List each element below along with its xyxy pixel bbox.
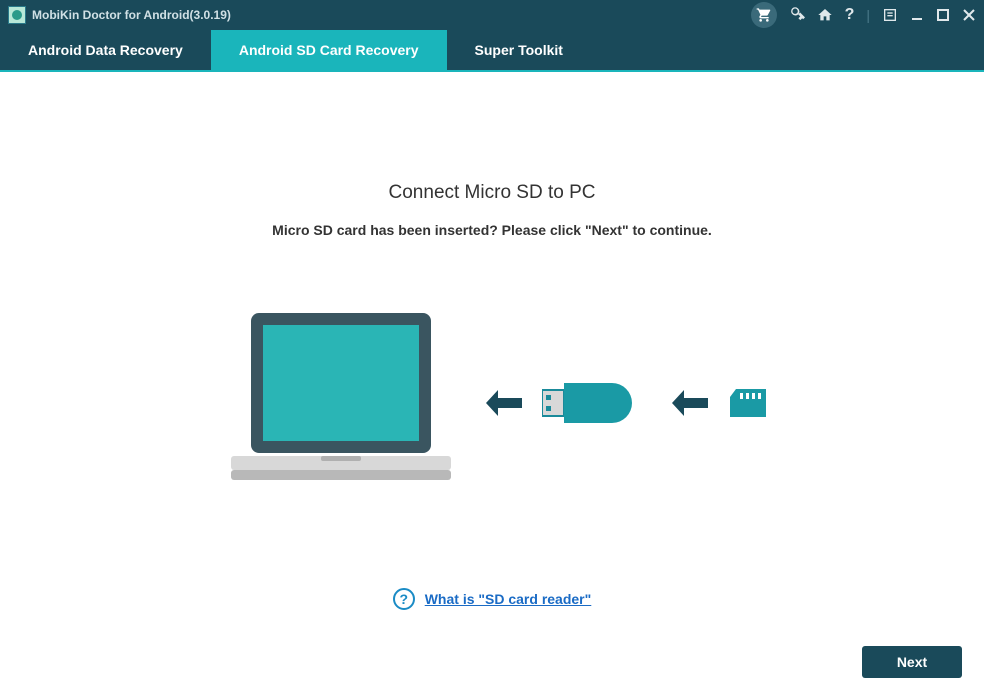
home-icon[interactable] (817, 7, 833, 23)
help-icon[interactable]: ? (845, 6, 855, 24)
connection-diagram (0, 308, 984, 498)
minimize-icon[interactable] (910, 8, 924, 22)
tab-bar: Android Data Recovery Android SD Card Re… (0, 30, 984, 72)
key-icon[interactable] (789, 7, 805, 23)
page-heading: Connect Micro SD to PC (0, 182, 984, 204)
title-left: MobiKin Doctor for Android(3.0.19) (8, 6, 231, 24)
content-area: Connect Micro SD to PC Micro SD card has… (0, 72, 984, 700)
question-mark-icon: ? (393, 588, 415, 610)
laptop-icon (216, 308, 466, 498)
title-right: ? | (751, 2, 976, 28)
tab-android-sd-card-recovery[interactable]: Android SD Card Recovery (211, 30, 447, 70)
page-subheading: Micro SD card has been inserted? Please … (0, 222, 984, 238)
divider: | (866, 7, 870, 23)
tab-super-toolkit[interactable]: Super Toolkit (447, 30, 591, 70)
usb-reader-icon (542, 378, 652, 428)
middle-content: Connect Micro SD to PC Micro SD card has… (0, 72, 984, 610)
tab-android-data-recovery[interactable]: Android Data Recovery (0, 30, 211, 70)
cart-icon[interactable] (751, 2, 777, 28)
arrow-left-icon-2 (672, 388, 708, 418)
maximize-icon[interactable] (936, 8, 950, 22)
sd-card-reader-help-link[interactable]: What is "SD card reader" (425, 591, 592, 607)
title-bar: MobiKin Doctor for Android(3.0.19) ? | (0, 0, 984, 30)
help-link-row: ? What is "SD card reader" (0, 588, 984, 610)
sd-card-icon (728, 387, 768, 419)
next-button[interactable]: Next (862, 646, 962, 678)
arrow-left-icon (486, 388, 522, 418)
app-icon (8, 6, 26, 24)
close-icon[interactable] (962, 8, 976, 22)
app-title: MobiKin Doctor for Android(3.0.19) (32, 8, 231, 22)
feedback-icon[interactable] (882, 7, 898, 23)
